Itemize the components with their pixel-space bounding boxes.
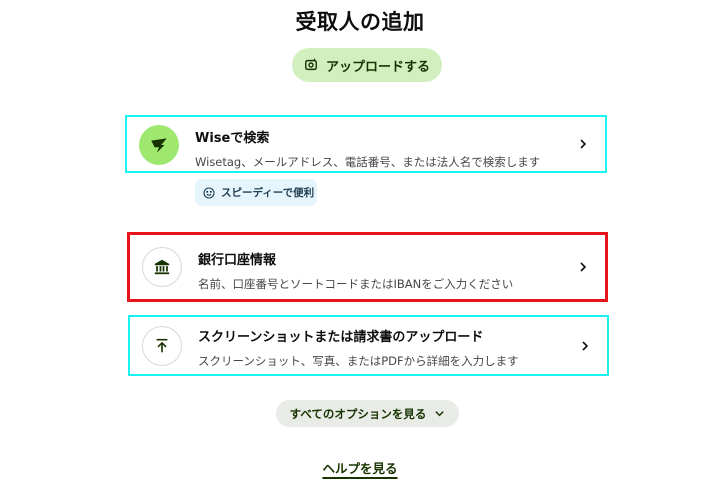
screenshot-upload-option[interactable]: スクリーンショットまたは請求書のアップロード スクリーンショット、写真、またはP… <box>128 315 609 376</box>
option-description: 名前、口座番号とソートコードまたはIBANをご入力ください <box>198 277 514 291</box>
option-title: Wiseで検索 <box>195 131 270 146</box>
speedy-badge: スピーディーで便利 <box>195 179 317 206</box>
bank-details-option[interactable]: 銀行口座情報 名前、口座番号とソートコードまたはIBANをご入力ください <box>127 232 608 302</box>
see-all-options-button[interactable]: すべてのオプションを見る <box>276 400 459 427</box>
upload-button[interactable]: アップロードする <box>292 48 442 82</box>
speedy-badge-label: スピーディーで便利 <box>221 187 315 199</box>
option-description: スクリーンショット、写真、またはPDFから詳細を入力します <box>198 354 519 368</box>
upload-arrow-icon <box>142 326 182 366</box>
chevron-down-icon <box>435 411 445 417</box>
see-all-options-label: すべてのオプションを見る <box>289 406 427 421</box>
chevron-right-icon <box>580 262 587 272</box>
upload-button-label: アップロードする <box>325 59 430 75</box>
option-description: Wisetag、メールアドレス、電話番号、または法人名で検索します <box>195 155 541 169</box>
smile-icon <box>203 186 215 199</box>
help-link[interactable]: ヘルプを見る <box>322 461 397 476</box>
bank-icon <box>142 247 182 287</box>
wise-logo-icon <box>139 125 179 165</box>
chevron-right-icon <box>580 139 587 149</box>
page-title: 受取人の追加 <box>295 10 425 34</box>
search-wise-option[interactable]: Wiseで検索 Wisetag、メールアドレス、電話番号、または法人名で検索しま… <box>125 115 607 173</box>
upload-photo-icon <box>305 58 317 71</box>
option-title: 銀行口座情報 <box>198 253 277 268</box>
chevron-right-icon <box>582 340 589 351</box>
option-title: スクリーンショットまたは請求書のアップロード <box>198 330 484 345</box>
help-link-container: ヘルプを見る <box>0 458 720 477</box>
